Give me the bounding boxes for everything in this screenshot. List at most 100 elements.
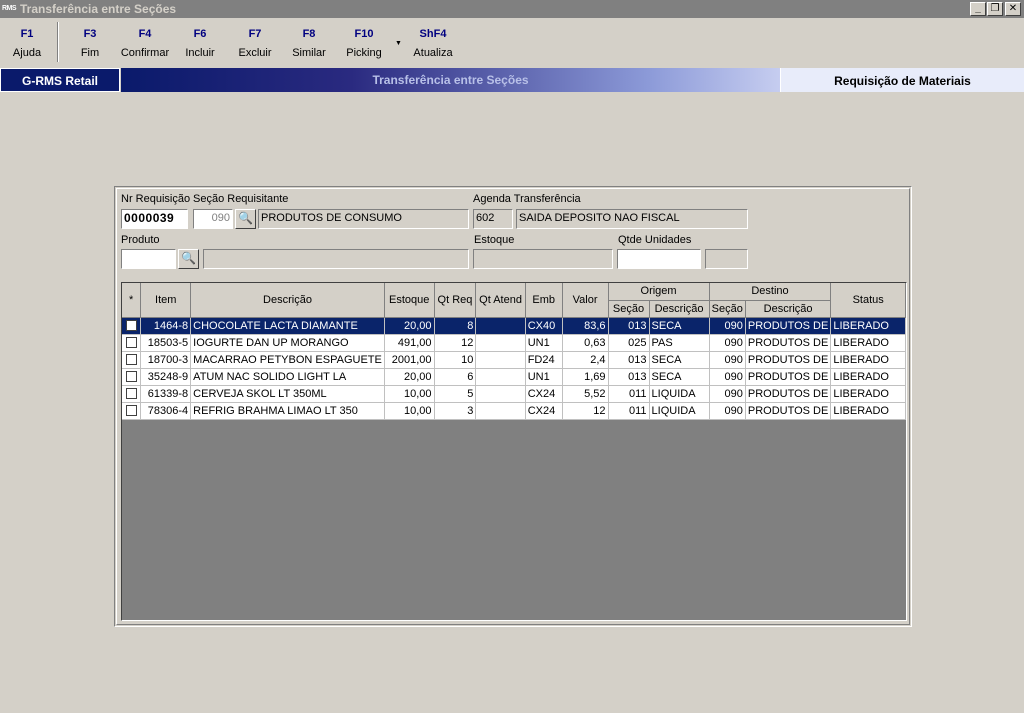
destino-descricao-cell: PRODUTOS DE xyxy=(745,402,832,420)
agenda-code-field[interactable]: 602 xyxy=(473,209,513,229)
refresh-key: ShF4 xyxy=(419,28,447,40)
table-row[interactable]: 1464-8 CHOCOLATE LACTA DIAMANTE 20,00 8 … xyxy=(122,317,906,335)
picking-label: Picking xyxy=(346,47,382,59)
col-descricao-header[interactable]: Descrição xyxy=(190,283,385,318)
col-origem-descricao-header[interactable]: Descrição xyxy=(649,300,710,318)
col-emb-header[interactable]: Emb xyxy=(525,283,563,318)
row-checkbox-cell[interactable] xyxy=(122,317,142,335)
row-checkbox[interactable] xyxy=(125,320,137,332)
estoque-cell: 10,00 xyxy=(384,402,435,420)
delete-label: Excluir xyxy=(238,47,272,59)
product-name: G-RMS Retail xyxy=(0,68,120,92)
origem-secao-cell: 011 xyxy=(608,385,650,403)
destino-descricao-cell: PRODUTOS DE xyxy=(745,385,832,403)
delete-button[interactable]: F7 Excluir xyxy=(233,28,277,59)
refresh-label: Atualiza xyxy=(413,47,453,59)
col-select-header[interactable]: * xyxy=(122,283,142,318)
end-button[interactable]: F3 Fim xyxy=(70,28,110,59)
produto-search-button[interactable]: 🔍 xyxy=(178,249,199,269)
restore-button[interactable]: ❐ xyxy=(987,2,1003,16)
col-destino-header[interactable]: Destino xyxy=(709,283,832,301)
col-status-header[interactable]: Status xyxy=(830,283,906,318)
destino-secao-cell: 090 xyxy=(709,402,746,420)
qt-req-cell: 6 xyxy=(434,368,477,386)
picking-dropdown-icon[interactable]: ▼ xyxy=(395,40,402,47)
qt-req-cell: 5 xyxy=(434,385,477,403)
nr-requisicao-field[interactable]: 0000039 xyxy=(121,209,188,229)
row-checkbox-cell[interactable] xyxy=(122,368,142,386)
confirm-label: Confirmar xyxy=(120,47,170,59)
table-row[interactable]: 18700-3 MACARRAO PETYBON ESPAGUETE 2001,… xyxy=(122,351,906,369)
delete-key: F7 xyxy=(248,28,262,40)
include-label: Incluir xyxy=(185,47,215,59)
produto-field[interactable] xyxy=(121,249,176,269)
picking-button[interactable]: F10 Picking xyxy=(342,28,386,59)
row-checkbox[interactable] xyxy=(125,337,137,349)
item-cell: 1464-8 xyxy=(140,317,192,335)
secao-search-button[interactable]: 🔍 xyxy=(235,209,256,229)
picking-key: F10 xyxy=(354,28,374,40)
estoque-cell: 20,00 xyxy=(384,317,435,335)
row-checkbox-cell[interactable] xyxy=(122,402,142,420)
row-checkbox[interactable] xyxy=(125,405,137,417)
table-row[interactable]: 78306-4 REFRIG BRAHMA LIMAO LT 350 10,00… xyxy=(122,402,906,420)
qtde-unidades-field[interactable] xyxy=(617,249,701,269)
row-checkbox[interactable] xyxy=(125,371,137,383)
status-cell: LIBERADO xyxy=(830,368,906,386)
help-button[interactable]: F1 Ajuda xyxy=(6,28,48,59)
toolbar-separator xyxy=(57,22,59,62)
close-button[interactable]: ✕ xyxy=(1005,2,1021,16)
table-row[interactable]: 61339-8 CERVEJA SKOL LT 350ML 10,00 5 CX… xyxy=(122,385,906,403)
col-origem-header[interactable]: Origem xyxy=(608,283,710,301)
item-cell: 18503-5 xyxy=(140,334,192,352)
qtde-extra-field xyxy=(705,249,748,269)
row-checkbox-cell[interactable] xyxy=(122,385,142,403)
destino-descricao-cell: PRODUTOS DE xyxy=(745,334,832,352)
confirm-button[interactable]: F4 Confirmar xyxy=(117,28,173,59)
col-qt-req-header[interactable]: Qt Req xyxy=(434,283,477,318)
similar-button[interactable]: F8 Similar xyxy=(287,28,331,59)
refresh-button[interactable]: ShF4 Atualiza xyxy=(410,28,456,59)
descricao-cell: IOGURTE DAN UP MORANGO xyxy=(190,334,385,352)
qt-atend-cell xyxy=(475,402,526,420)
origem-secao-cell: 025 xyxy=(608,334,650,352)
status-cell: LIBERADO xyxy=(830,334,906,352)
status-cell: LIBERADO xyxy=(830,317,906,335)
estoque-cell: 2001,00 xyxy=(384,351,435,369)
descricao-cell: ATUM NAC SOLIDO LIGHT LA xyxy=(190,368,385,386)
row-checkbox[interactable] xyxy=(125,354,137,366)
destino-secao-cell: 090 xyxy=(709,334,746,352)
valor-cell: 5,52 xyxy=(562,385,609,403)
similar-label: Similar xyxy=(292,47,326,59)
row-checkbox-cell[interactable] xyxy=(122,351,142,369)
col-destino-descricao-header[interactable]: Descrição xyxy=(745,300,832,318)
row-checkbox-cell[interactable] xyxy=(122,334,142,352)
col-destino-secao-header[interactable]: Seção xyxy=(709,300,746,318)
table-row[interactable]: 35248-9 ATUM NAC SOLIDO LIGHT LA 20,00 6… xyxy=(122,368,906,386)
destino-descricao-cell: PRODUTOS DE xyxy=(745,351,832,369)
col-item-header[interactable]: Item xyxy=(140,283,192,318)
origem-secao-cell: 013 xyxy=(608,368,650,386)
items-grid[interactable]: * Item Descrição Estoque Qt Req Qt Atend… xyxy=(121,282,907,621)
app-icon: RMS xyxy=(2,5,17,12)
col-origem-secao-header[interactable]: Seção xyxy=(608,300,650,318)
row-checkbox[interactable] xyxy=(125,388,137,400)
descricao-cell: MACARRAO PETYBON ESPAGUETE xyxy=(190,351,385,369)
secao-code-field[interactable]: 090 xyxy=(193,209,233,229)
destino-descricao-cell: PRODUTOS DE xyxy=(745,317,832,335)
qt-atend-cell xyxy=(475,334,526,352)
qt-atend-cell xyxy=(475,368,526,386)
col-qt-atend-header[interactable]: Qt Atend xyxy=(475,283,526,318)
destino-secao-cell: 090 xyxy=(709,385,746,403)
origem-descricao-cell: SECA xyxy=(649,317,710,335)
table-row[interactable]: 18503-5 IOGURTE DAN UP MORANGO 491,00 12… xyxy=(122,334,906,352)
include-button[interactable]: F6 Incluir xyxy=(180,28,220,59)
valor-cell: 12 xyxy=(562,402,609,420)
agenda-label: Agenda Transferência xyxy=(473,193,581,205)
emb-cell: CX40 xyxy=(525,317,563,335)
col-estoque-header[interactable]: Estoque xyxy=(384,283,435,318)
col-valor-header[interactable]: Valor xyxy=(562,283,609,318)
binoculars-icon: 🔍 xyxy=(181,251,196,265)
minimize-button[interactable]: _ xyxy=(970,2,986,16)
items-table: * Item Descrição Estoque Qt Req Qt Atend… xyxy=(122,283,906,420)
